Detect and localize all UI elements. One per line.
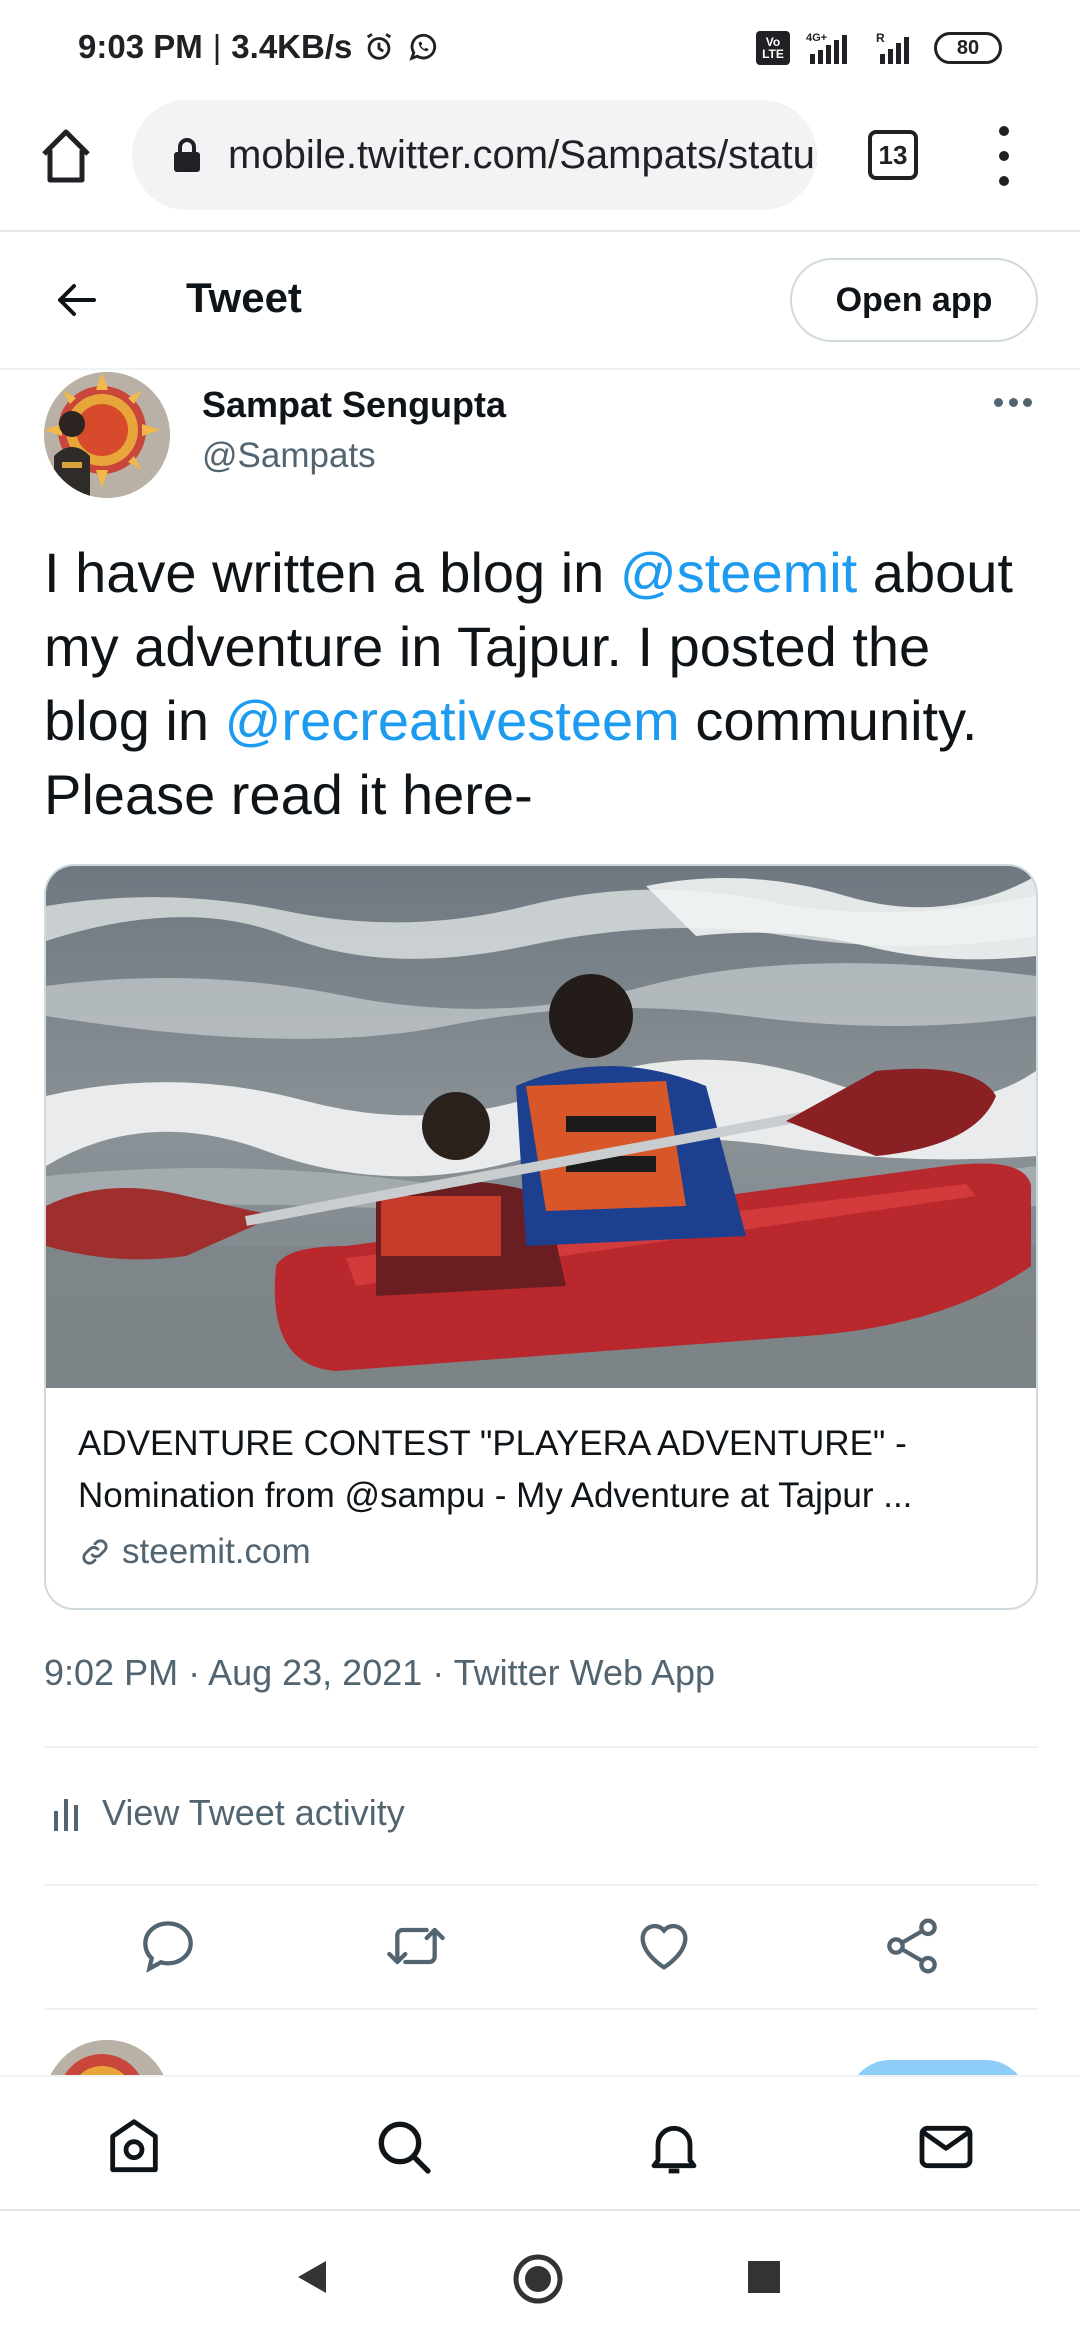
card-title-line-2: Nomination from @sampu - My Adventure at… — [78, 1476, 913, 1515]
home-outline-icon — [42, 129, 90, 183]
home-circle-icon[interactable] — [512, 2253, 564, 2305]
status-right: Vo LTE 4G+ R 80 — [756, 30, 1002, 66]
status-separator: | — [212, 28, 222, 65]
mention-steemit[interactable]: @steemit — [620, 541, 857, 604]
back-arrow-icon[interactable] — [54, 278, 98, 322]
browser-menu-icon[interactable] — [990, 126, 1018, 186]
status-speed: 3.4KB/s — [231, 28, 353, 65]
mention-recreativesteem[interactable]: @recreativesteem — [225, 689, 680, 752]
activity-label: View Tweet activity — [102, 1792, 405, 1833]
alarm-icon — [362, 30, 396, 64]
network-label-1: 4G+ — [806, 32, 827, 44]
system-navigation-bar — [0, 2213, 1080, 2340]
card-image[interactable] — [46, 866, 1036, 1388]
url-text: mobile.twitter.com/Sampats/status/142983… — [228, 132, 817, 177]
card-domain: steemit.com — [78, 1532, 1018, 1572]
signal-r-icon: R — [874, 30, 920, 66]
author-handle[interactable]: @Sampats — [202, 436, 376, 476]
browser-toolbar: mobile.twitter.com/Sampats/status/142983… — [0, 96, 1080, 232]
card-domain-text: steemit.com — [122, 1532, 311, 1571]
like-icon[interactable] — [632, 1914, 696, 1978]
tweet-timestamp[interactable]: 9:02 PM · Aug 23, 2021 · Twitter Web App — [44, 1652, 715, 1694]
status-left: 9:03 PM | 3.4KB/s — [78, 28, 440, 66]
tab-switcher-button[interactable]: 13 — [868, 130, 918, 180]
recents-square-icon[interactable] — [746, 2259, 782, 2295]
share-icon[interactable] — [880, 1914, 944, 1978]
retweet-icon[interactable] — [384, 1914, 448, 1978]
divider — [44, 1746, 1038, 1748]
analytics-icon — [54, 1799, 78, 1831]
browser-home-button[interactable] — [38, 126, 94, 186]
view-tweet-activity[interactable]: View Tweet activity — [52, 1792, 405, 1834]
status-time: 9:03 PM — [78, 28, 203, 65]
author-name[interactable]: Sampat Sengupta — [202, 384, 506, 426]
address-bar[interactable]: mobile.twitter.com/Sampats/status/142983… — [132, 100, 817, 210]
bottom-navigation — [0, 2075, 1080, 2211]
messages-icon[interactable] — [914, 2115, 978, 2179]
link-icon — [82, 1539, 108, 1565]
battery-level: 80 — [956, 36, 980, 59]
link-card[interactable]: ADVENTURE CONTEST "PLAYERA ADVENTURE" - … — [44, 864, 1038, 1610]
reply-icon[interactable] — [136, 1914, 200, 1978]
tweet-text: I have written a blog in @steemit about … — [44, 536, 1044, 832]
back-triangle-icon[interactable] — [292, 2257, 332, 2297]
notifications-icon[interactable] — [642, 2115, 706, 2179]
tab-count: 13 — [878, 139, 908, 170]
lock-icon — [174, 138, 200, 172]
open-app-button[interactable]: Open app — [790, 258, 1038, 342]
battery-indicator: 80 — [934, 32, 1002, 64]
network-label-2: R — [876, 31, 885, 45]
whatsapp-icon — [406, 30, 440, 64]
tweet-actions — [0, 1900, 1080, 1996]
author-avatar[interactable] — [44, 372, 170, 498]
divider — [44, 1884, 1038, 1886]
more-options-icon[interactable] — [994, 398, 1032, 410]
card-title-line-1: ADVENTURE CONTEST "PLAYERA ADVENTURE" - — [78, 1424, 907, 1463]
home-icon[interactable] — [102, 2115, 166, 2179]
search-icon[interactable] — [372, 2115, 436, 2179]
volte-icon: Vo LTE — [756, 31, 790, 65]
page-title: Tweet — [186, 274, 302, 321]
signal-4g-icon: 4G+ — [804, 30, 860, 66]
status-bar: 9:03 PM | 3.4KB/s Vo LTE 4G+ R 80 — [0, 0, 1080, 96]
tweet-header: Tweet Open app — [0, 234, 1080, 370]
divider — [44, 2008, 1038, 2010]
card-body[interactable]: ADVENTURE CONTEST "PLAYERA ADVENTURE" - … — [78, 1418, 1018, 1572]
tweet-text-part-1: I have written a blog in — [44, 541, 620, 604]
